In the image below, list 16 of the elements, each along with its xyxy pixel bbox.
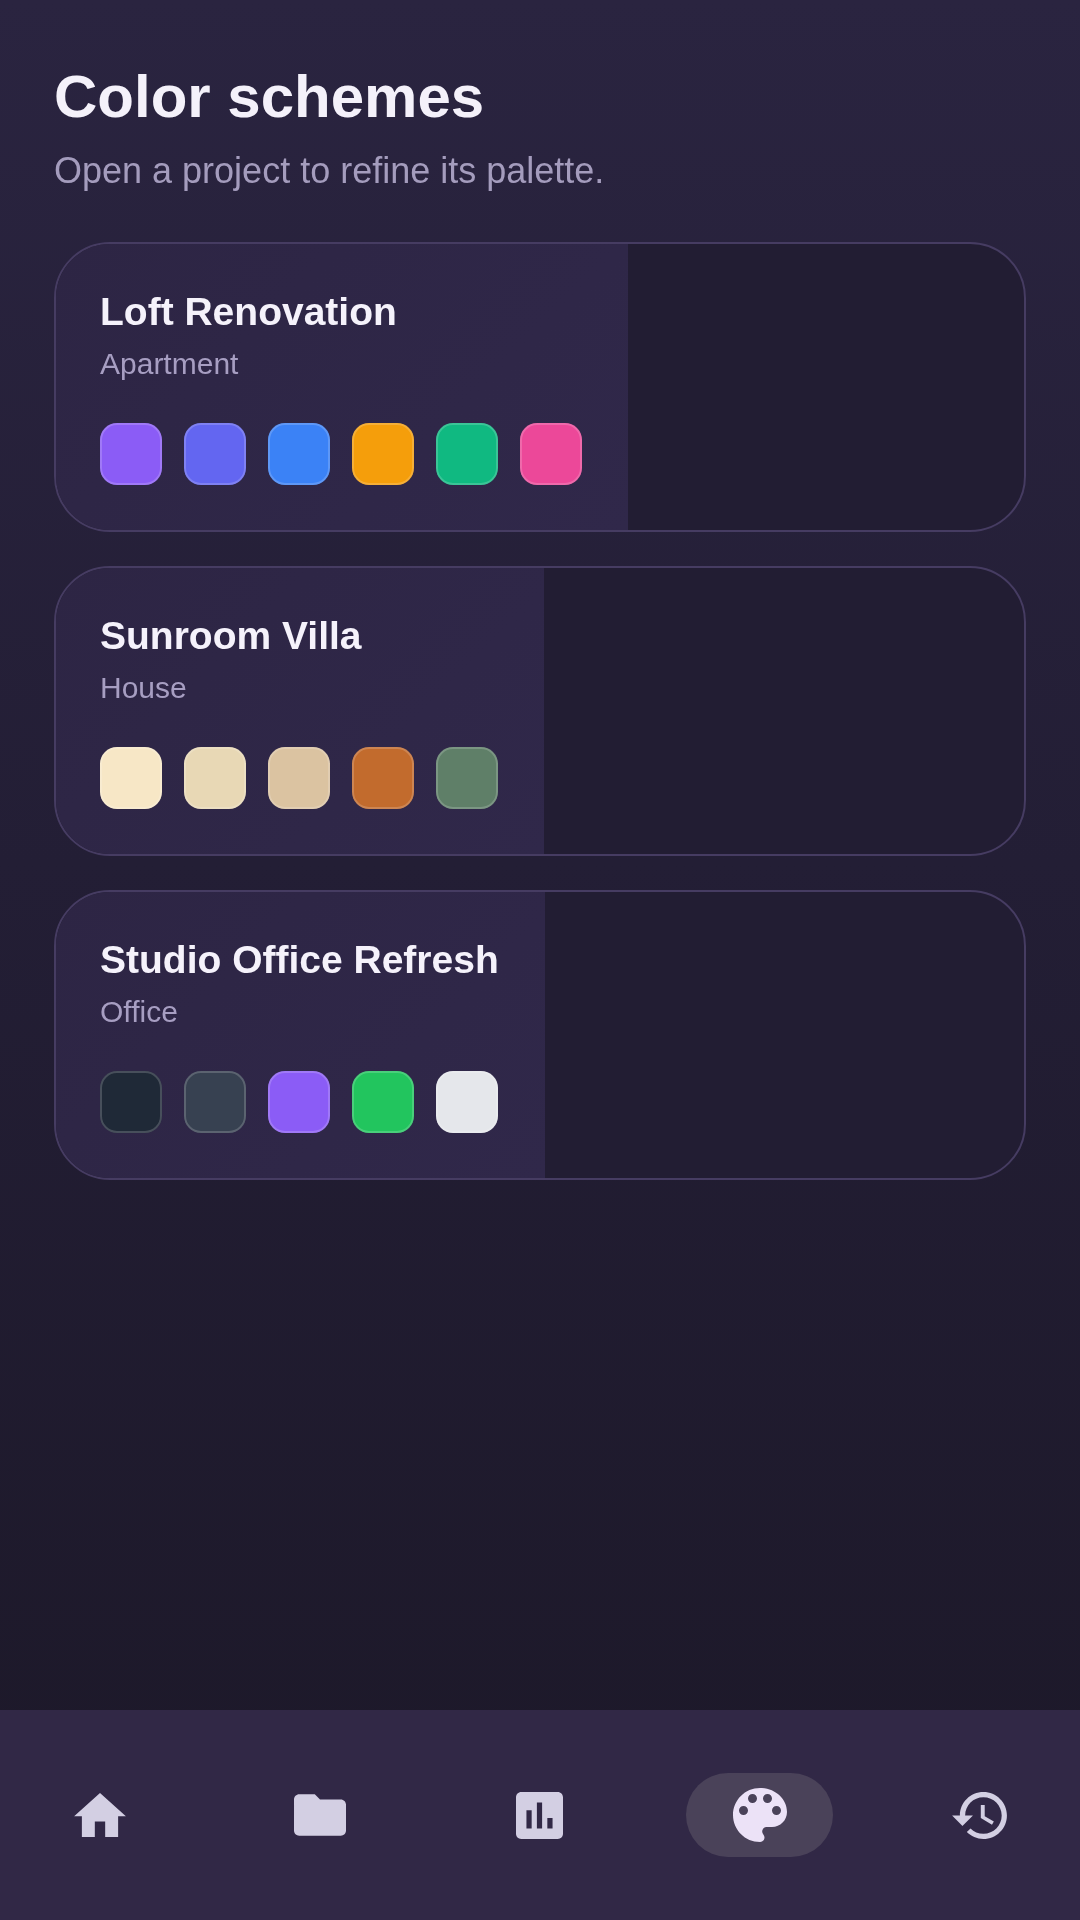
project-name: Loft Renovation	[100, 289, 398, 335]
home-icon	[73, 1793, 126, 1837]
page-subtitle: Open a project to refine its palette.	[54, 149, 606, 192]
folder-icon	[293, 1794, 346, 1836]
page-title: Color schemes	[54, 62, 486, 131]
project-card[interactable]: Sunroom Villa House	[54, 566, 1026, 856]
project-card[interactable]: Loft Renovation Apartment	[54, 242, 1026, 532]
project-type: Apartment	[100, 346, 240, 382]
project-type: Office	[100, 994, 179, 1030]
project-card[interactable]: Studio Office Refresh Office	[54, 890, 1026, 1180]
project-name: Sunroom Villa	[100, 613, 363, 659]
project-name: Studio Office Refresh	[100, 937, 499, 983]
palette-icon	[732, 1788, 787, 1842]
project-type: House	[100, 670, 188, 706]
history-icon	[952, 1791, 1007, 1839]
bar-chart-icon	[516, 1791, 563, 1839]
